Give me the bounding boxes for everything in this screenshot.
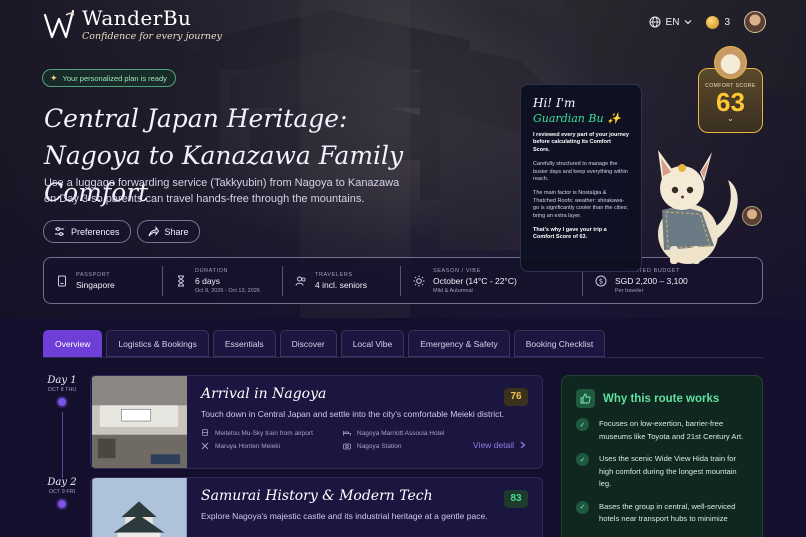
tab-booking-checklist[interactable]: Booking Checklist: [513, 330, 606, 357]
day-description: Touch down in Central Japan and settle i…: [201, 409, 505, 419]
day-card-body: Arrival in Nagoya Touch down in Central …: [188, 376, 542, 468]
chevron-down-icon: [685, 20, 692, 25]
currency-icon: $: [595, 275, 607, 286]
mascot-greeting: Hi! I'm: [533, 96, 576, 110]
stat-travelers: Travelers 4 incl. seniors: [282, 265, 400, 296]
trip-description: Use a luggage forwarding service (Takkyu…: [44, 177, 400, 205]
section-tabs: Overview Logistics & Bookings Essentials…: [43, 330, 606, 357]
comfort-score-value: 63: [716, 87, 745, 117]
why-item: ✓ Uses the scenic Wide View Hida train f…: [576, 453, 748, 491]
brand-name: WanderBu: [82, 6, 192, 30]
stat-duration: Duration 6 days Oct 8, 2026 - Oct 13, 2026: [162, 265, 282, 296]
globe-icon: [649, 16, 661, 28]
bed-icon: [343, 431, 351, 436]
sliders-icon: [55, 227, 64, 236]
mascot-avatar-icon: [714, 46, 747, 79]
day-description: Explore Nagoya's majestic castle and its…: [201, 511, 488, 521]
tab-divider: [43, 357, 763, 358]
highlight-place: Nagoya Station: [343, 442, 493, 450]
highlight-dining: Maruya Honten Meieki: [201, 442, 337, 450]
svg-text:$: $: [599, 277, 603, 285]
why-item: ✓ Bases the group in central, well-servi…: [576, 500, 748, 526]
coin-icon: [706, 15, 720, 29]
timeline-line: [62, 412, 63, 478]
brand-logo[interactable]: WanderBu Confidence for every journey: [42, 6, 222, 42]
language-label: EN: [665, 16, 680, 28]
tab-logistics[interactable]: Logistics & Bookings: [106, 330, 209, 357]
stat-passport: Passport Singapore: [44, 266, 162, 296]
tab-local-vibe[interactable]: Local Vibe: [340, 330, 405, 357]
chevron-right-icon: [520, 441, 526, 449]
sparkle-icon: ✦: [50, 72, 58, 83]
day-marker-1: Day 1 OCT 8 THU: [44, 375, 80, 406]
day-title: Samurai History & Modern Tech: [201, 488, 433, 504]
tab-essentials[interactable]: Essentials: [212, 330, 276, 357]
day-card-2[interactable]: Samurai History & Modern Tech Explore Na…: [90, 477, 543, 537]
people-icon: [295, 276, 306, 286]
user-avatar[interactable]: [744, 11, 766, 33]
check-icon: ✓: [576, 453, 589, 466]
preferences-button[interactable]: Preferences: [43, 220, 131, 243]
preferences-label: Preferences: [71, 226, 120, 237]
check-icon: ✓: [576, 500, 589, 514]
tab-emergency[interactable]: Emergency & Safety: [408, 330, 510, 357]
day-card-body: Samurai History & Modern Tech Explore Na…: [188, 478, 542, 537]
why-title: Why this route works: [603, 392, 720, 405]
day-marker-2: Day 2 OCT 9 FRI: [44, 477, 80, 508]
why-item: ✓ Focuses on low-exertion, barrier-free …: [576, 418, 748, 443]
hero-actions: Preferences Share: [43, 220, 200, 243]
tab-discover[interactable]: Discover: [279, 330, 337, 357]
camera-icon: [343, 443, 351, 450]
why-header: Why this route works: [576, 389, 748, 408]
day-title: Arrival in Nagoya: [201, 386, 327, 402]
fox-mascot-illustration: [658, 150, 738, 264]
language-selector[interactable]: EN: [649, 16, 693, 28]
share-button[interactable]: Share: [136, 220, 200, 243]
tab-overview[interactable]: Overview: [43, 330, 103, 357]
sun-icon: [413, 275, 425, 286]
day-score-badge: 76: [504, 388, 528, 406]
nagoya-station-photo: [92, 376, 187, 468]
guide-avatar[interactable]: [742, 206, 762, 226]
brand-tagline: Confidence for every journey: [82, 31, 222, 42]
train-icon: [202, 429, 208, 436]
share-icon: [148, 226, 159, 237]
logo-mark-icon: [43, 9, 75, 39]
thumbs-up-icon: [576, 389, 595, 408]
plan-ready-text: Your personalized plan is ready: [62, 73, 167, 83]
mascot-text-2: Carefully structured to manage the busie…: [533, 161, 628, 183]
check-icon: ✓: [576, 418, 589, 431]
mascot-text-3: The main factor is Nostalgia & Thatched …: [533, 190, 629, 219]
day-card-1[interactable]: Arrival in Nagoya Touch down in Central …: [90, 375, 543, 469]
passport-icon: [58, 275, 66, 286]
mascot-text-4: That's why I gave your trip a Comfort Sc…: [533, 227, 607, 241]
timeline-dot: [58, 500, 66, 508]
nagoya-castle-photo: [92, 478, 187, 537]
hourglass-icon: [177, 275, 185, 286]
coin-count: 3: [724, 16, 730, 28]
top-right-controls: EN 3: [649, 11, 766, 33]
timeline-dot: [58, 398, 66, 406]
highlight-hotel: Nagoya Marriott Associa Hotel: [343, 429, 493, 437]
mascot-speech-card: Hi! I'm Guardian Bu ✨ I reviewed every p…: [520, 84, 642, 272]
chevron-down-icon: ⌄: [727, 114, 734, 123]
mascot-name: Guardian Bu ✨: [533, 112, 621, 125]
utensils-icon: [201, 442, 209, 450]
day-score-badge: 83: [504, 490, 528, 508]
why-route-works-panel: Why this route works ✓ Focuses on low-ex…: [561, 375, 763, 537]
mascot-text-1: I reviewed every part of your journey be…: [533, 132, 629, 153]
view-detail-link[interactable]: View detail: [473, 440, 526, 450]
plan-ready-badge: ✦ Your personalized plan is ready: [42, 69, 176, 87]
share-label: Share: [164, 226, 189, 237]
highlight-transport: Meitetsu Mu-Sky train from airport: [201, 429, 337, 437]
coin-balance[interactable]: 3: [706, 15, 730, 29]
